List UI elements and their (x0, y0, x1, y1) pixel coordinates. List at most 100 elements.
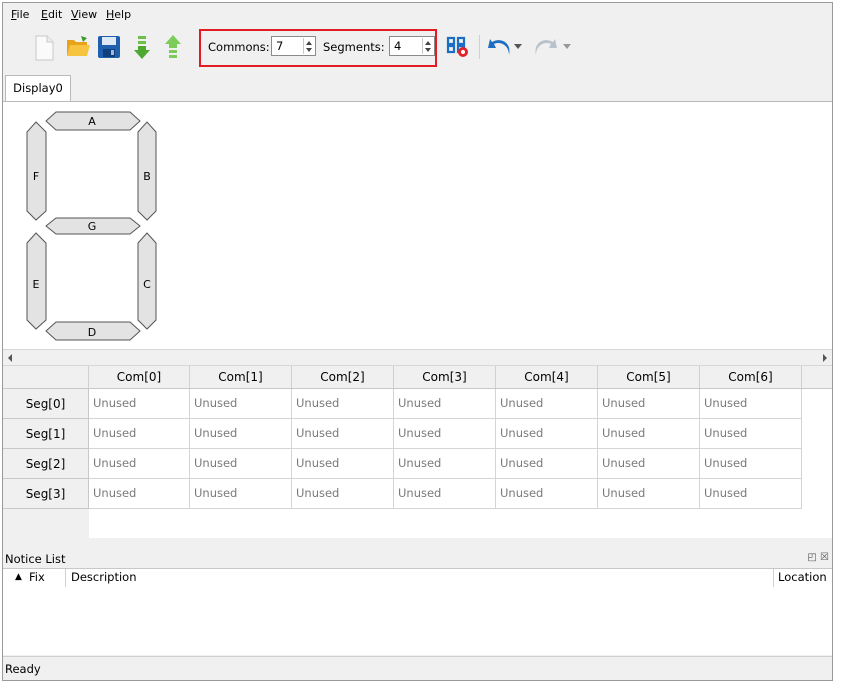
grid-cell[interactable]: Unused (496, 419, 598, 449)
sort-ascending-icon[interactable]: ▲ (15, 572, 22, 582)
arrow-up-icon[interactable] (306, 41, 312, 45)
redo-icon[interactable] (532, 36, 558, 58)
grid-cell[interactable]: Unused (700, 449, 802, 479)
segment-g-label: G (88, 220, 97, 233)
toolbar-separator (479, 35, 480, 59)
redo-dropdown-chevron-down-icon[interactable] (563, 44, 571, 50)
grid-cell[interactable]: Unused (700, 419, 802, 449)
column-header[interactable]: Com[2] (292, 366, 394, 388)
grid-cell[interactable]: Unused (496, 389, 598, 419)
new-file-icon[interactable] (33, 35, 55, 61)
panel-splitter[interactable] (3, 538, 832, 550)
row-header[interactable]: Seg[2] (3, 449, 89, 479)
grid-cell[interactable]: Unused (190, 449, 292, 479)
column-header[interactable]: Com[5] (598, 366, 700, 388)
status-bar: Ready (3, 656, 832, 680)
grid-cell[interactable]: Unused (598, 389, 700, 419)
notice-list-header: ▲ Fix Description Location (3, 568, 832, 588)
panel-controls: ◰ ☒ (807, 552, 829, 563)
status-text: Ready (5, 662, 41, 676)
undo-icon[interactable] (487, 36, 513, 58)
arrow-down-icon[interactable] (306, 48, 312, 52)
column-header[interactable]: Com[6] (700, 366, 802, 388)
grid-cell[interactable]: Unused (190, 419, 292, 449)
commons-label: Commons: (208, 40, 270, 54)
column-header[interactable]: Com[4] (496, 366, 598, 388)
notice-list-body (3, 587, 832, 655)
column-description[interactable]: Description (71, 570, 137, 584)
column-divider (773, 569, 774, 587)
column-header[interactable]: Com[0] (89, 366, 190, 388)
grid-cell[interactable]: Unused (700, 479, 802, 509)
notice-list-panel: Notice List ◰ ☒ ▲ Fix Description Locati… (3, 550, 832, 656)
grid-cell[interactable]: Unused (89, 419, 190, 449)
grid-cell[interactable]: Unused (394, 419, 496, 449)
grid-cell[interactable]: Unused (292, 479, 394, 509)
grid-cell[interactable]: Unused (89, 389, 190, 419)
scroll-right-icon[interactable] (823, 354, 827, 362)
seven-segment-display: A B C D E F G (26, 111, 157, 341)
column-header[interactable]: Com[3] (394, 366, 496, 388)
grid-corner (3, 366, 89, 388)
grid-cell[interactable]: Unused (394, 449, 496, 479)
grid-cell[interactable]: Unused (89, 479, 190, 509)
segment-e-label: E (33, 278, 40, 291)
arrow-down-icon[interactable] (425, 48, 431, 52)
export-arrow-icon[interactable] (164, 34, 182, 60)
grid-cell[interactable]: Unused (394, 479, 496, 509)
close-icon[interactable]: ☒ (820, 552, 829, 563)
segment-d-label: D (88, 326, 96, 339)
row-header[interactable]: Seg[1] (3, 419, 89, 449)
grid-cell[interactable]: Unused (292, 449, 394, 479)
arrow-up-icon[interactable] (425, 41, 431, 45)
grid-cell[interactable]: Unused (190, 389, 292, 419)
commons-value[interactable]: 7 (276, 39, 283, 53)
grid-cell[interactable]: Unused (190, 479, 292, 509)
grid-cell[interactable]: Unused (394, 389, 496, 419)
segments-value[interactable]: 4 (394, 39, 401, 53)
column-header[interactable]: Com[1] (190, 366, 292, 388)
grid-cell[interactable]: Unused (598, 419, 700, 449)
tab-display0[interactable]: Display0 (5, 75, 71, 101)
tab-bar: Display0 (3, 71, 832, 102)
notice-list-title: Notice List (5, 552, 66, 566)
segments-stepper[interactable]: 4 (389, 36, 435, 56)
menu-file[interactable]: File (11, 8, 29, 21)
horizontal-scrollbar[interactable] (3, 349, 832, 366)
grid-cell[interactable]: Unused (496, 479, 598, 509)
commons-stepper[interactable]: 7 (271, 36, 316, 56)
segments-label: Segments: (323, 40, 385, 54)
mapping-grid: Com[0] Com[1] Com[2] Com[3] Com[4] Com[5… (3, 366, 832, 538)
grid-cell[interactable]: Unused (292, 389, 394, 419)
save-icon[interactable] (97, 35, 121, 59)
undo-dropdown-chevron-down-icon[interactable] (514, 44, 522, 50)
app-window: File Edit View Help Commons: 7 Segments:… (2, 2, 833, 681)
column-divider (65, 569, 66, 587)
column-fix[interactable]: Fix (29, 570, 45, 584)
grid-cell[interactable]: Unused (292, 419, 394, 449)
import-arrow-icon[interactable] (133, 35, 151, 61)
toolbar: Commons: 7 Segments: 4 (3, 25, 832, 71)
grid-cell[interactable]: Unused (89, 449, 190, 479)
menu-bar: File Edit View Help (3, 3, 832, 25)
segments-stepper-arrows[interactable] (422, 38, 433, 54)
grid-header: Com[0] Com[1] Com[2] Com[3] Com[4] Com[5… (3, 366, 832, 389)
open-folder-icon[interactable] (65, 35, 91, 59)
segment-c-label: C (143, 278, 151, 291)
grid-cell[interactable]: Unused (496, 449, 598, 479)
grid-empty-area (3, 509, 89, 538)
float-panel-icon[interactable]: ◰ (807, 552, 816, 563)
commons-stepper-arrows[interactable] (303, 38, 314, 54)
segment-b-label: B (143, 170, 151, 183)
menu-view[interactable]: View (71, 8, 97, 21)
segment-settings-icon[interactable] (445, 34, 471, 60)
row-header[interactable]: Seg[3] (3, 479, 89, 509)
row-header[interactable]: Seg[0] (3, 389, 89, 419)
column-location[interactable]: Location (778, 570, 827, 584)
grid-cell[interactable]: Unused (598, 479, 700, 509)
scroll-left-icon[interactable] (8, 354, 12, 362)
menu-edit[interactable]: Edit (41, 8, 62, 21)
menu-help[interactable]: Help (106, 8, 131, 21)
grid-cell[interactable]: Unused (700, 389, 802, 419)
grid-cell[interactable]: Unused (598, 449, 700, 479)
